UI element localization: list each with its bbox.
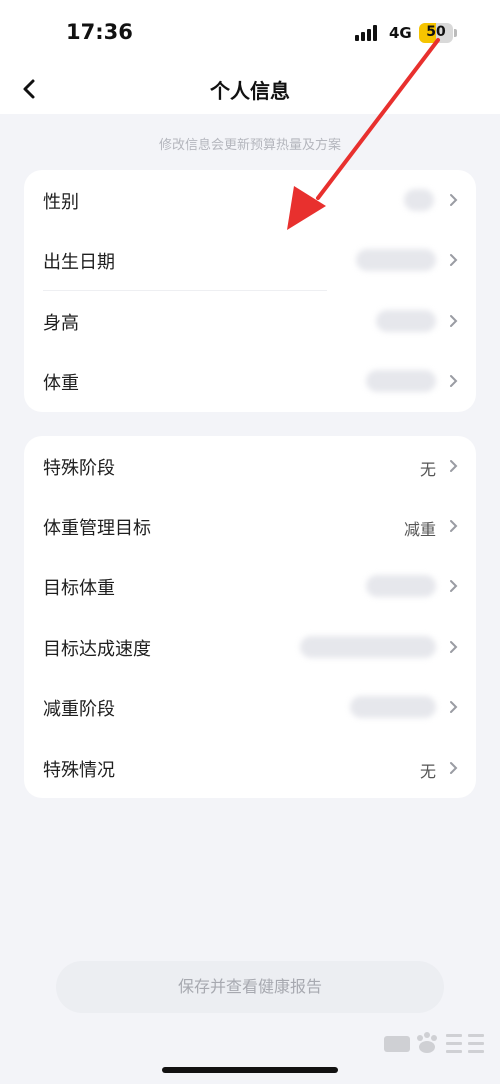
redacted-value bbox=[366, 575, 436, 597]
row-value: 无 bbox=[419, 460, 436, 479]
row-weight[interactable]: 体重 bbox=[24, 351, 476, 411]
redacted-value bbox=[404, 189, 434, 211]
row-label: 特殊情况 bbox=[43, 760, 115, 781]
home-indicator bbox=[162, 1067, 338, 1073]
nav-bar: 个人信息 bbox=[0, 64, 500, 114]
network-type: 4G bbox=[389, 24, 412, 42]
chevron-right-icon bbox=[450, 520, 458, 532]
signal-icon bbox=[355, 25, 381, 41]
row-birthdate[interactable]: 出生日期 bbox=[24, 230, 476, 290]
chevron-right-icon bbox=[450, 701, 458, 713]
row-value: 减重 bbox=[403, 520, 436, 539]
baidu-watermark-logo bbox=[384, 1032, 484, 1053]
row-special-stage[interactable]: 特殊阶段 无 bbox=[24, 436, 476, 496]
row-label: 体重 bbox=[43, 373, 79, 394]
page-title: 个人信息 bbox=[210, 79, 290, 103]
basic-info-card: 性别 出生日期 身高 体重 bbox=[24, 170, 476, 412]
row-label: 出生日期 bbox=[43, 252, 115, 273]
row-label: 减重阶段 bbox=[43, 699, 115, 720]
row-label: 身高 bbox=[43, 313, 79, 334]
row-label: 体重管理目标 bbox=[43, 518, 151, 539]
redacted-value bbox=[356, 249, 436, 271]
status-bar: 17:36 4G 50 bbox=[0, 0, 500, 64]
redacted-value bbox=[300, 636, 436, 658]
row-label: 目标体重 bbox=[43, 578, 115, 599]
chevron-right-icon bbox=[450, 580, 458, 592]
battery-cap bbox=[454, 29, 457, 37]
redacted-value bbox=[366, 370, 436, 392]
row-value: 无 bbox=[419, 762, 436, 781]
chevron-right-icon bbox=[450, 460, 458, 472]
row-height[interactable]: 身高 bbox=[24, 291, 476, 351]
row-gender[interactable]: 性别 bbox=[24, 170, 476, 230]
row-loss-stage[interactable]: 减重阶段 bbox=[24, 677, 476, 737]
status-time: 17:36 bbox=[66, 20, 133, 44]
chevron-right-icon bbox=[450, 315, 458, 327]
row-label: 目标达成速度 bbox=[43, 639, 151, 660]
row-weight-goal[interactable]: 体重管理目标 减重 bbox=[24, 496, 476, 556]
row-label: 特殊阶段 bbox=[43, 458, 115, 479]
row-special-condition[interactable]: 特殊情况 无 bbox=[24, 738, 476, 798]
chevron-right-icon bbox=[450, 375, 458, 387]
chevron-right-icon bbox=[450, 194, 458, 206]
chevron-right-icon bbox=[450, 762, 458, 774]
battery-icon: 50 bbox=[419, 23, 453, 43]
redacted-value bbox=[376, 310, 436, 332]
chevron-right-icon bbox=[450, 641, 458, 653]
row-goal-speed[interactable]: 目标达成速度 bbox=[24, 617, 476, 677]
goal-card: 特殊阶段 无 体重管理目标 减重 目标体重 目标达成速度 减重阶段 特殊情况 无 bbox=[24, 436, 476, 798]
update-hint: 修改信息会更新预算热量及方案 bbox=[158, 138, 341, 153]
row-label: 性别 bbox=[43, 192, 79, 213]
redacted-value bbox=[350, 696, 436, 718]
save-report-button[interactable]: 保存并查看健康报告 bbox=[56, 961, 444, 1013]
chevron-right-icon bbox=[450, 254, 458, 266]
battery-level: 50 bbox=[426, 24, 446, 40]
row-target-weight[interactable]: 目标体重 bbox=[24, 556, 476, 616]
